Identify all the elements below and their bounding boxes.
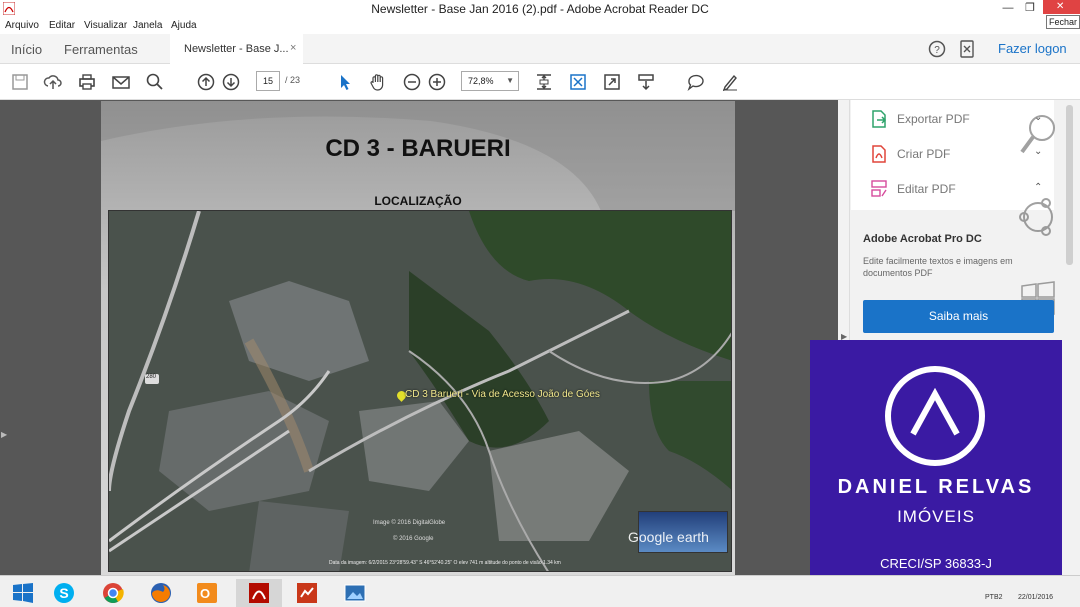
zoom-out-icon[interactable] xyxy=(402,72,422,92)
collapse-left-icon[interactable]: ▶ xyxy=(1,430,7,439)
minimize-button[interactable]: — xyxy=(996,0,1020,16)
chevron-up-icon[interactable]: ⌃ xyxy=(1034,182,1042,193)
tray-language[interactable]: PTB2 xyxy=(985,594,1003,601)
taskbar-chrome[interactable] xyxy=(90,579,136,607)
brand-creci: CRECI/SP 36833-J xyxy=(880,556,992,571)
brand-name: DANIEL RELVAS xyxy=(837,476,1035,498)
prev-page-icon[interactable] xyxy=(196,72,216,92)
title-bar: Newsletter - Base Jan 2016 (2).pdf - Ado… xyxy=(0,0,1080,29)
satellite-map-image: CD 3 Barueri - Via de Acesso João de Góe… xyxy=(108,210,732,572)
taskbar-skype[interactable]: S xyxy=(41,579,87,607)
menu-editar[interactable]: Editar xyxy=(49,20,75,31)
next-page-icon[interactable] xyxy=(221,72,241,92)
page-number-input[interactable]: 15 xyxy=(256,71,280,91)
chevron-down-icon: ▼ xyxy=(506,76,514,85)
taskbar-acrobat[interactable] xyxy=(236,579,282,607)
svg-text:?: ? xyxy=(934,45,940,56)
map-credit-imagery: Image © 2016 DigitalGlobe xyxy=(373,520,446,526)
search-icon[interactable] xyxy=(145,72,165,92)
taskbar-powerpoint[interactable] xyxy=(284,579,330,607)
sign-icon[interactable] xyxy=(720,72,740,92)
comment-icon[interactable] xyxy=(686,72,706,92)
tray-date[interactable]: 22/01/2016 xyxy=(1018,594,1053,601)
create-pdf-icon xyxy=(872,145,886,163)
edit-pdf-icon xyxy=(871,180,887,197)
toolbar: 15 / 23 72,8% ▼ xyxy=(0,64,1080,100)
email-icon[interactable] xyxy=(111,72,131,92)
read-mode-icon[interactable] xyxy=(602,72,622,92)
menu-bar: Arquivo Editar Visualizar Janela Ajuda xyxy=(0,18,1080,34)
outlook-icon: O xyxy=(197,583,217,603)
brand-logo-overlay: DANIEL RELVAS IMÓVEIS CRECI/SP 36833-J xyxy=(810,340,1062,593)
print-icon[interactable] xyxy=(77,72,97,92)
svg-text:O: O xyxy=(200,586,210,601)
taskbar-outlook[interactable]: O xyxy=(184,579,230,607)
menu-visualizar[interactable]: Visualizar xyxy=(84,20,127,31)
menu-janela[interactable]: Janela xyxy=(133,20,162,31)
placemark-label: CD 3 Barueri - Via de Acesso João de Góe… xyxy=(405,389,600,400)
tool-label: Editar PDF xyxy=(897,182,956,196)
road-number: 280 xyxy=(146,374,157,380)
brand-circle-icon xyxy=(885,366,985,466)
promo-title: Adobe Acrobat Pro DC xyxy=(863,233,982,245)
taskbar-firefox[interactable] xyxy=(138,579,184,607)
restore-button[interactable]: ❐ xyxy=(1018,0,1042,16)
full-screen-icon[interactable] xyxy=(568,72,588,92)
brand-subtitle: IMÓVEIS xyxy=(897,507,975,526)
page-title: CD 3 - BARUERI xyxy=(325,135,511,162)
page-total: / 23 xyxy=(285,75,301,85)
zoom-select[interactable]: 72,8% ▼ xyxy=(461,71,519,91)
promo-text: Edite facilmente textos e imagens em doc… xyxy=(863,256,1013,278)
windows-start-icon xyxy=(13,583,33,603)
skype-icon: S xyxy=(54,583,74,603)
close-tab-icon[interactable]: × xyxy=(290,42,296,54)
acrobat-icon xyxy=(249,583,269,603)
tab-document-label: Newsletter - Base J... xyxy=(184,43,289,55)
tab-ferramentas[interactable]: Ferramentas xyxy=(64,42,138,57)
chrome-icon xyxy=(103,583,124,603)
svg-text:S: S xyxy=(59,585,68,601)
start-button[interactable] xyxy=(0,579,46,607)
menu-arquivo[interactable]: Arquivo xyxy=(5,20,39,31)
zoom-value: 72,8% xyxy=(468,76,494,86)
upload-icon[interactable] xyxy=(43,72,63,92)
photo-viewer-icon xyxy=(344,584,366,602)
window-title: Newsletter - Base Jan 2016 (2).pdf - Ado… xyxy=(371,2,709,16)
help-icon[interactable]: ? xyxy=(928,40,946,58)
zoom-in-icon[interactable] xyxy=(427,72,447,92)
select-cursor-icon[interactable] xyxy=(335,72,355,92)
taskbar-photo-viewer[interactable] xyxy=(332,579,378,607)
magnifier-watermark-icon xyxy=(1020,115,1055,154)
fit-page-icon[interactable] xyxy=(534,72,554,92)
hand-tool-icon[interactable] xyxy=(368,72,388,92)
export-pdf-icon xyxy=(872,110,887,128)
ubuntu-watermark-icon xyxy=(1019,198,1053,236)
login-link[interactable]: Fazer logon xyxy=(998,41,1067,56)
tool-label: Criar PDF xyxy=(897,147,951,161)
close-icon: ✕ xyxy=(1056,1,1065,12)
menu-ajuda[interactable]: Ajuda xyxy=(171,20,197,31)
tab-inicio[interactable]: Início xyxy=(11,42,42,57)
firefox-icon xyxy=(151,583,171,603)
map-footer-coordinates: Data da imagem: 6/2/2015 23°28'59.43" S … xyxy=(329,560,561,566)
tool-label: Exportar PDF xyxy=(897,112,970,126)
map-credit-google: © 2016 Google xyxy=(393,536,434,542)
tabs-row: Início Ferramentas Newsletter - Base J..… xyxy=(0,34,1080,64)
tab-document[interactable]: Newsletter - Base J... × xyxy=(170,34,303,64)
close-window-button[interactable]: ✕ xyxy=(1043,0,1080,14)
scroll-mode-icon[interactable] xyxy=(636,72,656,92)
chevron-up-icon xyxy=(910,388,960,436)
taskbar: S O PTB2 22/01/2016 xyxy=(0,575,1080,607)
page-subtitle: LOCALIZAÇÃO xyxy=(374,194,462,208)
save-icon[interactable] xyxy=(10,72,30,92)
pdf-page: CD 3 - BARUERI LOCALIZAÇÃO CD 3 Barueri … xyxy=(101,101,735,575)
road-shield-icon: 280 xyxy=(145,374,159,384)
google-earth-logo: Google earth xyxy=(628,529,709,545)
powerpoint-icon xyxy=(297,583,317,603)
saiba-mais-button[interactable]: Saiba mais xyxy=(863,300,1054,333)
mobile-link-icon[interactable] xyxy=(960,40,974,58)
pane-scrollbar[interactable] xyxy=(1066,105,1073,265)
